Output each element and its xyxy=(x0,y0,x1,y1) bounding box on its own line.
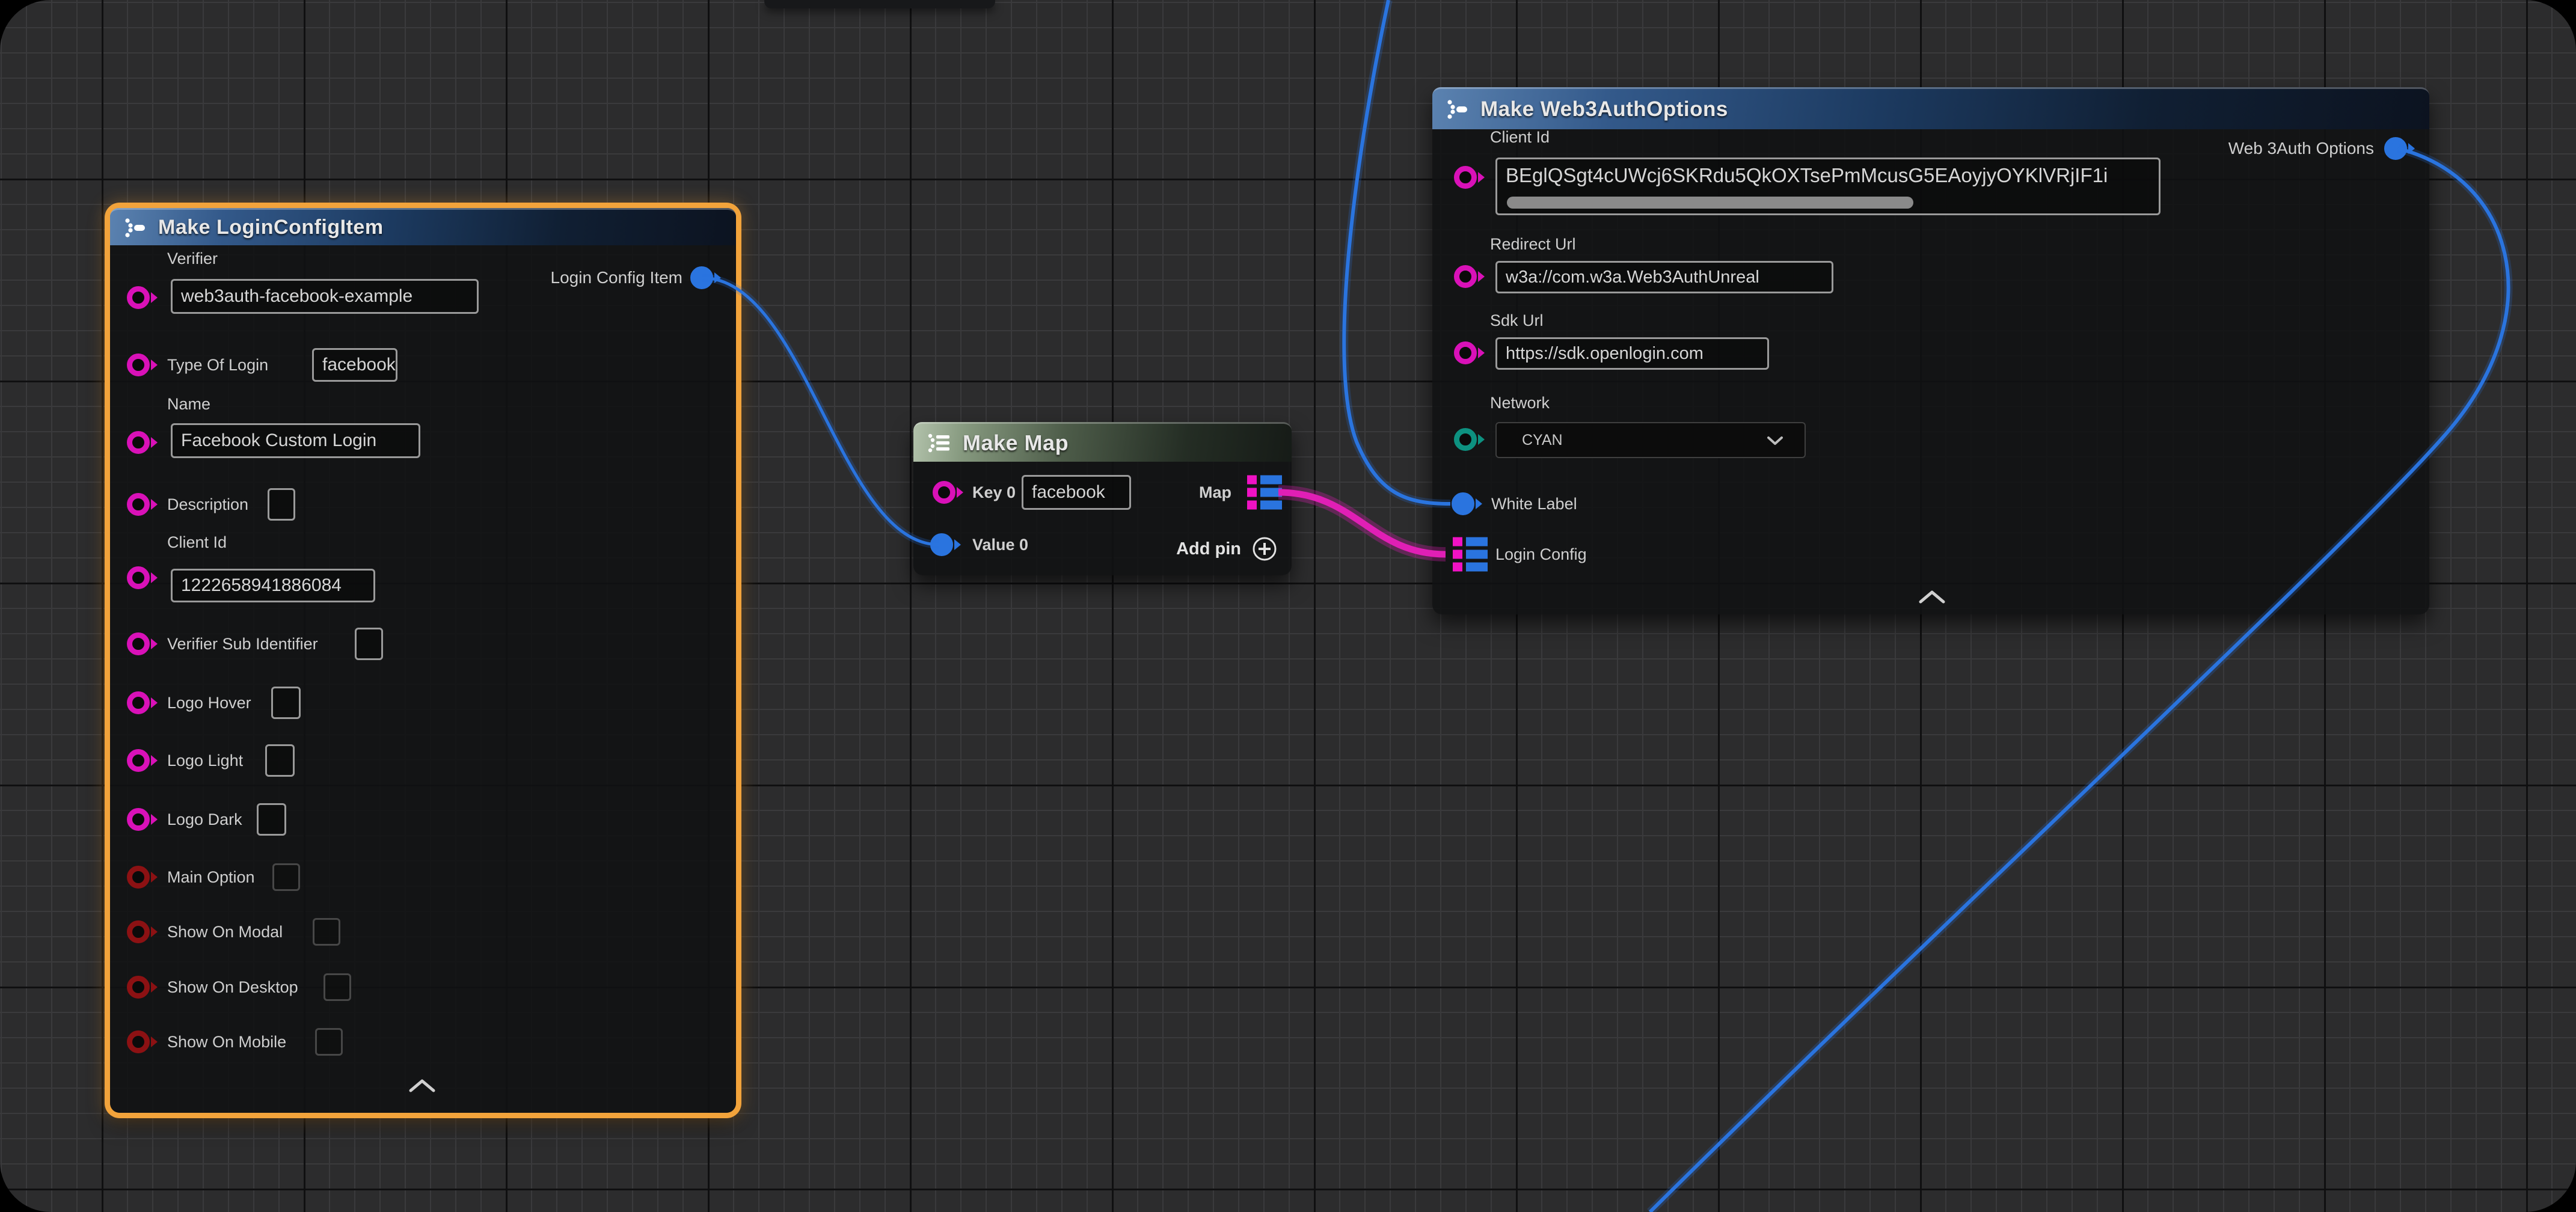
node-header-make-loginconfigitem[interactable]: Make LoginConfigItem xyxy=(110,208,736,245)
field-label-redirect-url: Redirect Url xyxy=(1490,234,1576,254)
field-label-sdk-url: Sdk Url xyxy=(1490,311,1544,330)
input-pin-client-id[interactable] xyxy=(1454,166,1477,189)
add-pin-plus-icon xyxy=(1251,535,1278,563)
description-input[interactable] xyxy=(268,488,295,521)
input-pin-logo-light[interactable] xyxy=(127,749,150,772)
input-pin-logo-hover[interactable] xyxy=(127,691,150,714)
field-label-show-on-modal: Show On Modal xyxy=(167,922,283,941)
input-pin-main-option[interactable] xyxy=(127,866,150,889)
field-label-show-on-desktop: Show On Desktop xyxy=(167,978,298,997)
output-pin-map[interactable] xyxy=(1247,476,1282,510)
add-pin-button[interactable]: Add pin xyxy=(1176,535,1278,563)
node-header-make-web3authoptions[interactable]: Make Web3AuthOptions xyxy=(1432,87,2429,129)
collapse-chevron-icon[interactable] xyxy=(408,1078,436,1094)
input-pin-show-on-mobile[interactable] xyxy=(127,1030,150,1053)
field-label-client-id: Client Id xyxy=(1490,127,1550,147)
node-title: Make LoginConfigItem xyxy=(158,216,384,239)
verifier-input[interactable]: web3auth-facebook-example xyxy=(171,279,479,314)
input-pin-key0[interactable] xyxy=(933,481,955,504)
field-label-key0: Key 0 xyxy=(972,483,1016,502)
field-label-name: Name xyxy=(167,394,210,414)
wire-loginconfigitem-to-value0[interactable] xyxy=(702,278,939,545)
input-pin-description[interactable] xyxy=(127,493,150,516)
network-dropdown[interactable]: CYAN xyxy=(1495,422,1806,458)
key0-input[interactable]: facebook xyxy=(1022,475,1131,510)
show-on-mobile-checkbox[interactable] xyxy=(315,1028,343,1056)
input-pin-logo-dark[interactable] xyxy=(127,808,150,831)
field-label-verifier: Verifier xyxy=(167,249,218,268)
collapse-chevron-icon[interactable] xyxy=(1918,589,1946,605)
input-pin-network[interactable] xyxy=(1454,428,1477,451)
add-pin-label: Add pin xyxy=(1176,539,1241,559)
field-label-client-id: Client Id xyxy=(167,533,227,552)
type-of-login-input[interactable]: facebook xyxy=(312,348,397,382)
field-label-logo-hover: Logo Hover xyxy=(167,693,251,712)
make-struct-icon xyxy=(123,216,147,240)
wire-map-to-loginconfig[interactable] xyxy=(1278,492,1446,554)
chevron-down-icon xyxy=(1766,435,1784,446)
node-title: Make Map xyxy=(963,430,1069,456)
field-label-verifier-sub-identifier: Verifier Sub Identifier xyxy=(167,634,318,653)
show-on-modal-checkbox[interactable] xyxy=(313,918,340,946)
field-label-network: Network xyxy=(1490,393,1550,412)
node-make-loginconfigitem[interactable]: Make LoginConfigItem Login Config Item V… xyxy=(110,208,736,1113)
make-map-icon xyxy=(927,431,952,455)
wire-glow xyxy=(1278,492,1446,554)
input-pin-redirect-url[interactable] xyxy=(1454,265,1477,288)
name-input[interactable]: Facebook Custom Login xyxy=(171,423,420,458)
node-header-make-map[interactable]: Make Map xyxy=(913,422,1292,462)
client-id-scrollbar[interactable] xyxy=(1507,197,1913,209)
field-label-type-of-login: Type Of Login xyxy=(167,355,268,375)
output-pin-web3auth-options[interactable] xyxy=(2384,137,2407,160)
sdk-url-input[interactable]: https://sdk.openlogin.com xyxy=(1495,337,1769,370)
field-label-description: Description xyxy=(167,495,248,514)
field-label-logo-light: Logo Light xyxy=(167,751,243,770)
main-option-checkbox[interactable] xyxy=(272,863,300,891)
wire-glow xyxy=(702,278,939,545)
input-pin-value0[interactable] xyxy=(930,533,953,556)
field-label-login-config: Login Config xyxy=(1495,545,1587,564)
output-pin-label: Login Config Item xyxy=(551,268,682,287)
input-pin-client-id[interactable] xyxy=(127,566,150,589)
field-label-main-option: Main Option xyxy=(167,868,255,887)
logo-light-input[interactable] xyxy=(265,744,295,777)
show-on-desktop-checkbox[interactable] xyxy=(324,973,351,1001)
node-title: Make Web3AuthOptions xyxy=(1480,97,1728,121)
output-pin-label: Web 3Auth Options xyxy=(2228,139,2374,158)
input-pin-verifier-sub-identifier[interactable] xyxy=(127,632,150,655)
field-label-show-on-mobile: Show On Mobile xyxy=(167,1032,286,1051)
input-pin-type-of-login[interactable] xyxy=(127,354,150,376)
verifier-sub-identifier-input[interactable] xyxy=(355,628,383,660)
input-pin-show-on-modal[interactable] xyxy=(127,920,150,943)
input-pin-sdk-url[interactable] xyxy=(1454,341,1477,364)
make-struct-icon xyxy=(1446,97,1470,121)
node-make-map[interactable]: Make Map Key 0 facebook Map Value 0 Add … xyxy=(913,422,1292,575)
field-label-logo-dark: Logo Dark xyxy=(167,810,242,829)
output-pin-login-config-item[interactable] xyxy=(690,266,713,289)
input-pin-login-config[interactable] xyxy=(1453,537,1488,572)
input-pin-show-on-desktop[interactable] xyxy=(127,976,150,999)
logo-hover-input[interactable] xyxy=(271,687,301,719)
blueprint-graph-canvas[interactable]: Make LoginConfigItem Login Config Item V… xyxy=(0,0,2576,1212)
node-make-web3authoptions[interactable]: Make Web3AuthOptions Web 3Auth Options C… xyxy=(1432,87,2429,614)
client-id-input[interactable]: BEglQSgt4cUWcj6SKRdu5QkOXTsePmMcusG5EAoy… xyxy=(1495,158,2160,215)
input-pin-verifier[interactable] xyxy=(127,286,150,309)
offscreen-node-bottom-edge[interactable] xyxy=(764,0,995,8)
client-id-input[interactable]: 1222658941886084 xyxy=(171,569,375,602)
input-pin-white-label[interactable] xyxy=(1452,492,1474,515)
field-label-white-label: White Label xyxy=(1491,494,1577,513)
output-pin-label: Map xyxy=(1199,483,1231,502)
field-label-value0: Value 0 xyxy=(972,535,1028,554)
logo-dark-input[interactable] xyxy=(257,803,286,836)
client-id-text: BEglQSgt4cUWcj6SKRdu5QkOXTsePmMcusG5EAoy… xyxy=(1506,164,2108,187)
network-selected-value: CYAN xyxy=(1522,432,1563,449)
input-pin-name[interactable] xyxy=(127,431,150,454)
redirect-url-input[interactable]: w3a://com.w3a.Web3AuthUnreal xyxy=(1495,261,1833,293)
